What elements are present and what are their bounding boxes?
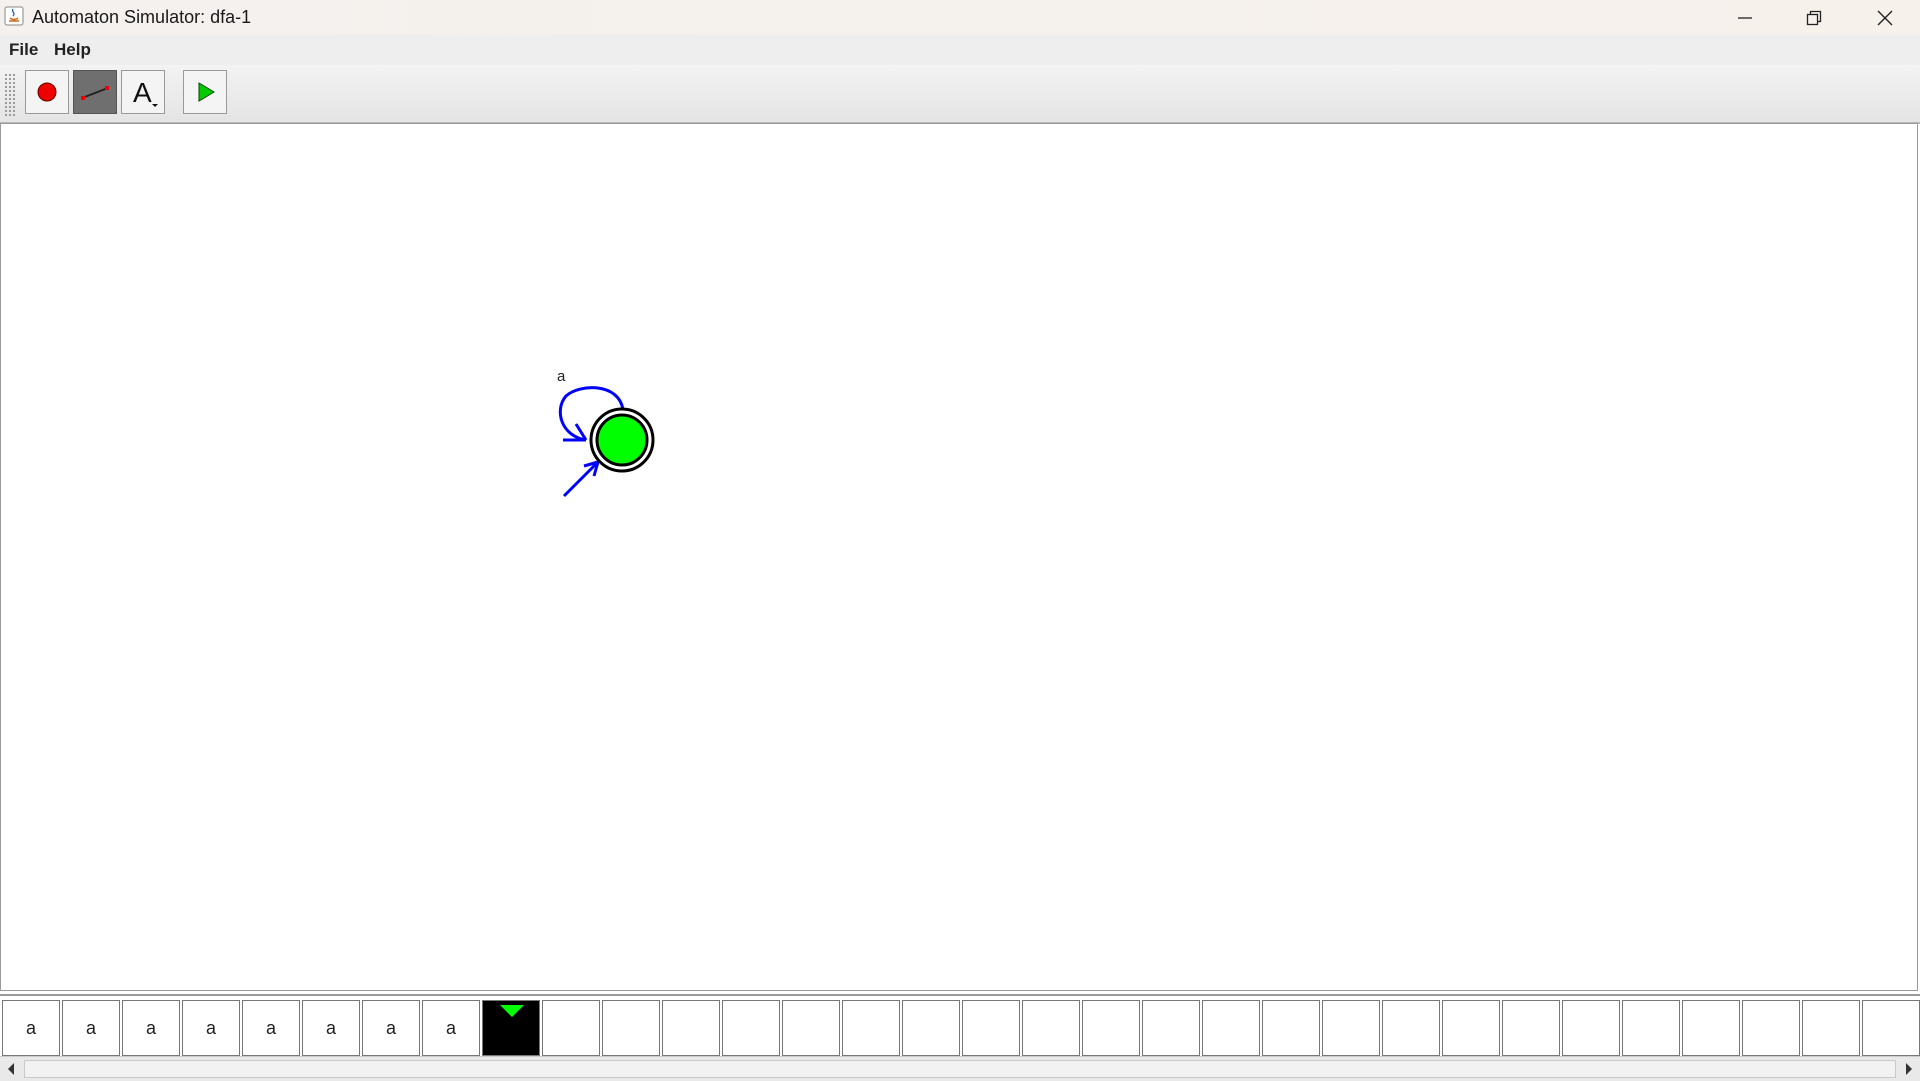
tape-cell[interactable] bbox=[962, 1000, 1020, 1056]
menu-help[interactable]: Help bbox=[54, 40, 91, 60]
add-state-button[interactable] bbox=[25, 70, 69, 114]
scroll-left-icon[interactable] bbox=[0, 1057, 24, 1081]
run-button[interactable] bbox=[183, 70, 227, 114]
tape-head-marker-icon bbox=[500, 1005, 524, 1017]
tape-cell[interactable]: a bbox=[2, 1000, 60, 1056]
tape-cell[interactable] bbox=[542, 1000, 600, 1056]
tape-cell[interactable]: a bbox=[362, 1000, 420, 1056]
state-q0[interactable] bbox=[595, 413, 649, 467]
tape-cell[interactable] bbox=[1262, 1000, 1320, 1056]
tape-cell[interactable] bbox=[1862, 1000, 1920, 1056]
menu-file[interactable]: File bbox=[9, 40, 38, 60]
restore-button[interactable] bbox=[1779, 0, 1849, 35]
transition-label[interactable]: a bbox=[557, 368, 566, 385]
close-button[interactable] bbox=[1850, 0, 1920, 35]
initial-state-arrow bbox=[562, 460, 600, 498]
tape-cell[interactable] bbox=[1322, 1000, 1380, 1056]
toolbar: A bbox=[0, 65, 1920, 124]
window-title: Automaton Simulator: dfa-1 bbox=[32, 7, 252, 27]
scrollbar-track[interactable] bbox=[24, 1060, 1896, 1078]
tape-cell[interactable] bbox=[1562, 1000, 1620, 1056]
green-play-icon bbox=[198, 82, 215, 102]
tape-cell[interactable] bbox=[602, 1000, 660, 1056]
tape-cell[interactable]: a bbox=[182, 1000, 240, 1056]
tape-cell[interactable] bbox=[1142, 1000, 1200, 1056]
tape-cell[interactable]: a bbox=[242, 1000, 300, 1056]
close-icon bbox=[1877, 10, 1893, 25]
input-tape: aaaaaaaa bbox=[0, 994, 1920, 1058]
tape-cell[interactable] bbox=[722, 1000, 780, 1056]
text-A-icon: A bbox=[133, 77, 158, 108]
tape-cell[interactable] bbox=[1502, 1000, 1560, 1056]
tape-cell[interactable] bbox=[1022, 1000, 1080, 1056]
tape-cell[interactable] bbox=[1202, 1000, 1260, 1056]
red-circle-icon bbox=[37, 82, 57, 102]
tape-cell[interactable] bbox=[1382, 1000, 1440, 1056]
minimize-button[interactable] bbox=[1710, 0, 1780, 35]
automaton-canvas[interactable]: a bbox=[0, 123, 1918, 991]
tape-cell[interactable] bbox=[902, 1000, 960, 1056]
tape-cell[interactable]: a bbox=[122, 1000, 180, 1056]
minimize-icon bbox=[1738, 16, 1752, 19]
tape-cell[interactable] bbox=[1682, 1000, 1740, 1056]
tape-cell[interactable] bbox=[1802, 1000, 1860, 1056]
tape-cell[interactable] bbox=[1742, 1000, 1800, 1056]
tape-cell[interactable] bbox=[842, 1000, 900, 1056]
automaton-diagram: a bbox=[557, 368, 655, 498]
menu-bar: File Help bbox=[0, 35, 1920, 65]
title-bar: Automaton Simulator: dfa-1 bbox=[0, 0, 1920, 35]
svg-text:A: A bbox=[133, 77, 152, 108]
java-app-icon bbox=[4, 6, 24, 26]
tape-cell[interactable] bbox=[1082, 1000, 1140, 1056]
edit-label-button[interactable]: A bbox=[121, 70, 165, 114]
tape-cell[interactable] bbox=[782, 1000, 840, 1056]
tape-cell[interactable]: a bbox=[302, 1000, 360, 1056]
transition-line-icon bbox=[81, 86, 109, 100]
toolbar-grip[interactable] bbox=[4, 73, 16, 117]
tape-cell[interactable]: a bbox=[62, 1000, 120, 1056]
tape-cell[interactable] bbox=[662, 1000, 720, 1056]
tape-cell[interactable] bbox=[1622, 1000, 1680, 1056]
tape-cell[interactable]: a bbox=[422, 1000, 480, 1056]
tape-scrollbar[interactable] bbox=[0, 1056, 1920, 1081]
tape-head-cell[interactable] bbox=[482, 1000, 540, 1056]
add-transition-button[interactable] bbox=[73, 70, 117, 114]
scroll-right-icon[interactable] bbox=[1896, 1057, 1920, 1081]
restore-icon bbox=[1806, 10, 1822, 25]
tape-cell[interactable] bbox=[1442, 1000, 1500, 1056]
